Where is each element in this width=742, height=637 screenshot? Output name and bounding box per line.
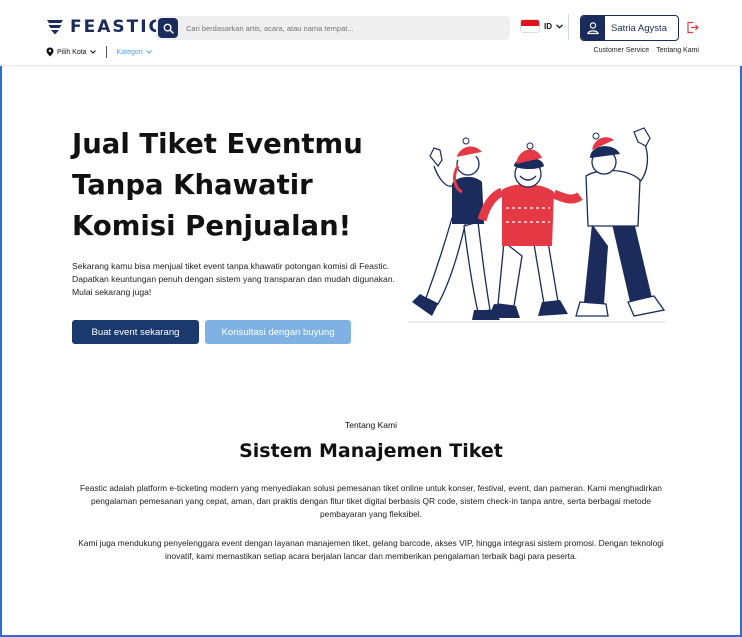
person-middle — [477, 142, 583, 318]
create-event-button[interactable]: Buat event sekarang — [72, 320, 199, 344]
category-label: Kategori — [116, 48, 143, 56]
brand-name: FEASTIC — [70, 17, 164, 37]
search-bar — [156, 16, 510, 40]
link-tentang-kami[interactable]: Tentang Kami — [656, 47, 699, 54]
category-selector[interactable]: Kategori — [117, 49, 152, 56]
language-code: ID — [544, 21, 552, 31]
search-input[interactable] — [186, 23, 486, 33]
user-icon — [581, 16, 605, 40]
divider — [105, 46, 107, 58]
chevron-down-icon — [556, 23, 563, 29]
user-name: Satria Agysta — [611, 22, 667, 34]
hero-illustration — [408, 127, 666, 323]
person-right — [575, 127, 666, 317]
chevron-down-icon — [145, 50, 152, 54]
about-title: Sistem Manajemen Tiket — [239, 440, 503, 462]
link-customer-service[interactable]: Customer Service — [594, 47, 650, 54]
chevron-down-icon — [89, 50, 96, 54]
flag-id-icon — [520, 19, 540, 33]
search-icon — [163, 23, 174, 34]
user-account-button[interactable]: Satria Agysta — [580, 15, 679, 41]
header-divider — [568, 14, 569, 40]
about-label: Tentang Kami — [345, 420, 397, 430]
site-header: FEASTIC ID Satria Agysta — [0, 0, 742, 66]
hero-description: Sekarang kamu bisa menjual tiket event t… — [72, 261, 395, 297]
about-paragraph-2: Kami juga mendukung penyelenggara event … — [78, 538, 664, 561]
about-paragraph-1: Feastic adalah platform e-ticketing mode… — [80, 483, 662, 519]
header-links: Customer Service Tentang Kami — [594, 47, 699, 54]
city-selector[interactable]: Pilih Kota — [46, 47, 96, 57]
logout-icon — [687, 21, 699, 34]
brand-logo[interactable]: FEASTIC — [46, 17, 163, 37]
person-left — [412, 137, 500, 320]
logout-button[interactable] — [686, 21, 699, 39]
feastic-logo-icon — [47, 20, 63, 35]
hero-title: Jual Tiket Eventmu Tanpa Khawatir Komisi… — [72, 128, 363, 242]
search-button[interactable] — [158, 18, 178, 38]
consult-button[interactable]: Konsultasi dengan buyung — [205, 320, 351, 344]
location-category-bar: Pilih Kota Kategori — [46, 46, 152, 58]
city-label: Pilih Kota — [57, 48, 87, 56]
location-pin-icon — [46, 47, 54, 57]
language-selector[interactable]: ID — [520, 19, 563, 33]
